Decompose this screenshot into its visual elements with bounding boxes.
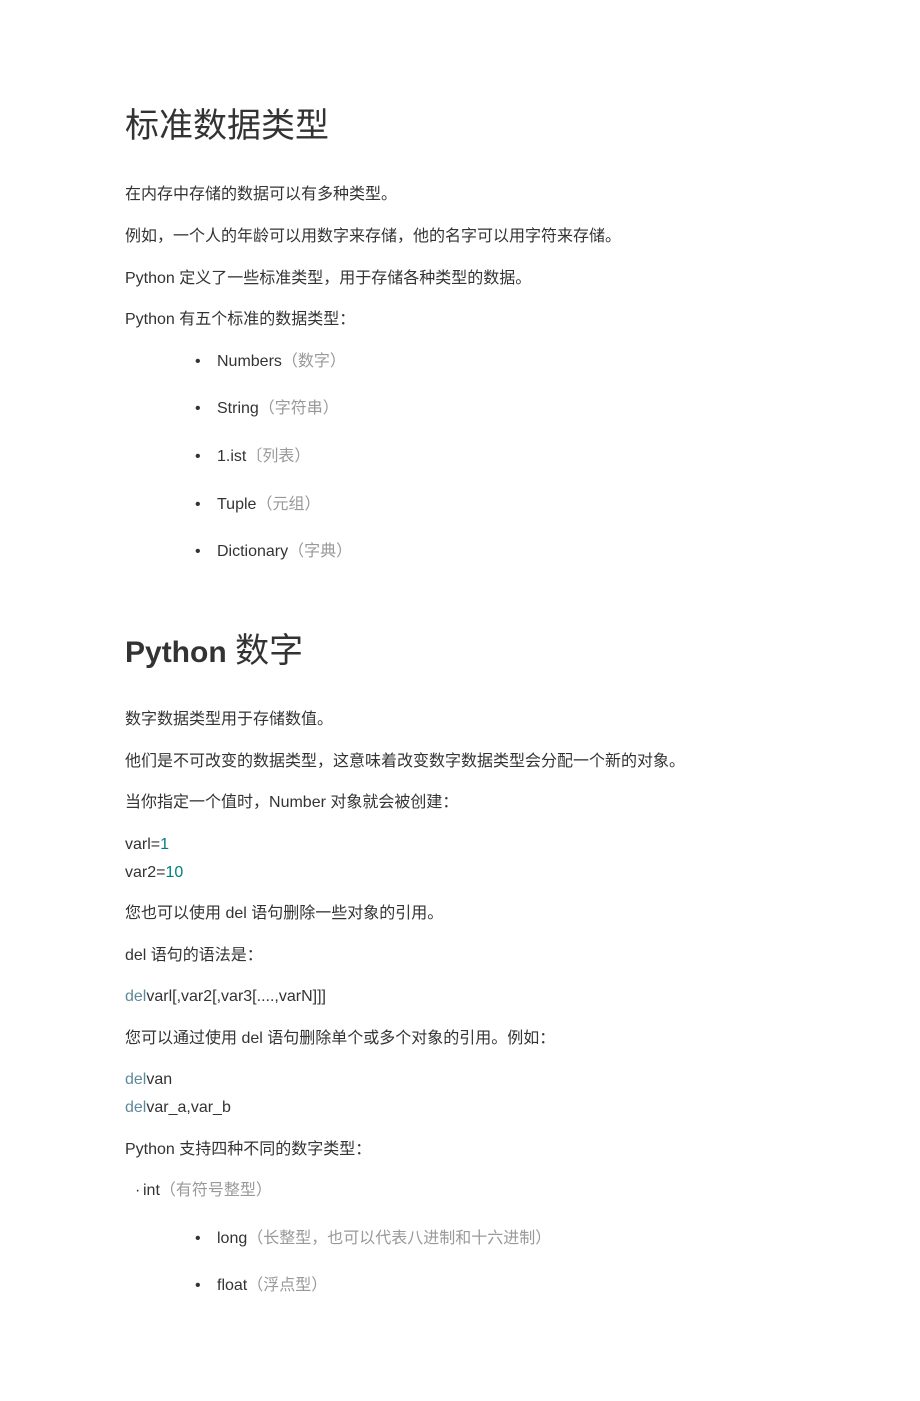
text-cjk: 您可以通过使用 [125,1030,241,1047]
list-item-cjk: 〔列表） [246,448,310,465]
list-item: String（字符串） [195,396,795,422]
code-body: varl[,var2[,var3[....,varN]]] [146,988,326,1005]
text-cjk: 语句的语法是： [146,947,262,964]
heading-cjk: 数字 [227,633,304,670]
text-cjk: 当你指定一个值时， [125,794,269,811]
paragraph: 他们是不可改变的数据类型，这意味着改变数字数据类型会分配一个新的对象。 [125,749,795,775]
number-types-list: int（有符号整型） long（长整型，也可以代表八进制和十六进制） float… [125,1178,795,1299]
list-item-latin: float [217,1277,247,1294]
paragraph: 您可以通过使用 del 语句删除单个或多个对象的引用。例如： [125,1026,795,1052]
list-item: Dictionary（字典） [195,539,795,565]
paragraph: 当你指定一个值时，Number 对象就会被创建： [125,790,795,816]
code-literal: 1 [160,836,169,853]
code-keyword: del [125,988,146,1005]
text-latin: Python [125,1141,175,1158]
data-types-list: Numbers（数字） String（字符串） 1.ist〔列表） Tuple（… [125,349,795,565]
text-latin: Python [125,270,175,287]
list-item-latin: Numbers [217,353,282,370]
list-item-latin: 1.ist [217,448,246,465]
text-cjk: 语句删除单个或多个对象的引用。例如： [263,1030,555,1047]
code-block: del 语句的语法是： delvarl[,var2[,var3[....,var… [125,943,795,1010]
list-item: Numbers（数字） [195,349,795,375]
code-block: 当你指定一个值时，Number 对象就会被创建： varl=1 var2=10 [125,790,795,885]
code-block: 您可以通过使用 del 语句删除单个或多个对象的引用。例如： delvan de… [125,1026,795,1121]
code-body: van [146,1071,172,1088]
list-item: float（浮点型） [195,1273,795,1299]
code-line: delvan [125,1067,795,1093]
text-latin: del [125,947,146,964]
list-item: Tuple（元组） [195,492,795,518]
text-cjk: 支持四种不同的数字类型： [175,1141,371,1158]
text-cjk: 语句删除一些对象的引用。 [247,905,443,922]
text-latin: del [241,1030,262,1047]
text-latin: Python [125,311,175,328]
paragraph: 例如，一个人的年龄可以用数字来存储，他的名字可以用字符来存储。 [125,224,795,250]
code-line: var2=10 [125,860,795,886]
section-heading-2: Python 数字 [125,625,795,679]
paragraph: Python 定义了一些标准类型，用于存储各种类型的数据。 [125,266,795,292]
paragraph: 在内存中存储的数据可以有多种类型。 [125,182,795,208]
paragraph: 您也可以使用 del 语句删除一些对象的引用。 [125,901,795,927]
code-keyword: del [125,1071,146,1088]
list-item-cjk: （浮点型） [247,1277,327,1294]
list-item-cjk: （数字） [282,353,346,370]
text-cjk: 对象就会被创建： [326,794,458,811]
code-line: delvarl[,var2[,var3[....,varN]]] [125,984,795,1010]
list-item: 1.ist〔列表） [195,444,795,470]
paragraph: Python 支持四种不同的数字类型： [125,1137,795,1163]
list-item-cjk: （字符串） [259,400,339,417]
text-latin: del [225,905,246,922]
paragraph: 数字数据类型用于存储数值。 [125,707,795,733]
code-line: varl=1 [125,832,795,858]
list-item: int（有符号整型） [135,1178,795,1204]
code-var: var2= [125,864,165,881]
code-line: delvar_a,var_b [125,1095,795,1121]
list-item-latin: Tuple [217,496,256,513]
section-heading-1: 标准数据类型 [125,100,795,154]
paragraph: del 语句的语法是： [125,943,795,969]
paragraph: Python 有五个标准的数据类型： [125,307,795,333]
text-cjk: 定义了一些标准类型，用于存储各种类型的数据。 [175,270,531,287]
list-item-cjk: （有符号整型） [160,1182,272,1199]
heading-latin: Python [125,636,227,669]
list-item-cjk: （字典） [288,543,352,560]
list-item-latin: long [217,1230,247,1247]
code-var: varl= [125,836,160,853]
list-item-latin: String [217,400,259,417]
list-item-latin: Dictionary [217,543,288,560]
list-item-cjk: （元组） [256,496,320,513]
list-item-latin: int [143,1182,160,1199]
code-literal: 10 [165,864,183,881]
list-item: long（长整型，也可以代表八进制和十六进制） [195,1226,795,1252]
code-body: var_a,var_b [146,1099,231,1116]
code-keyword: del [125,1099,146,1116]
text-cjk: 您也可以使用 [125,905,225,922]
text-latin: Number [269,794,326,811]
list-item-cjk: （长整型，也可以代表八进制和十六进制） [247,1230,551,1247]
text-cjk: 有五个标准的数据类型： [175,311,355,328]
